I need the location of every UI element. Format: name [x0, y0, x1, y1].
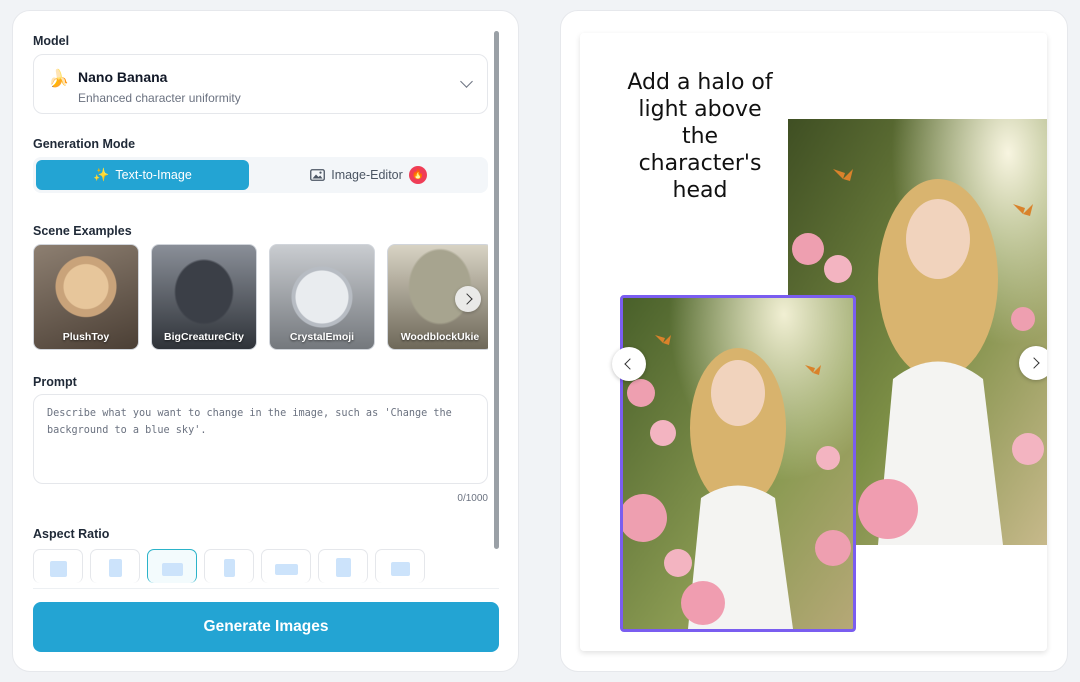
scene-label: BigCreatureCity: [164, 331, 244, 343]
ratio-shape-icon: [336, 558, 351, 577]
preview-canvas: Add a halo of light above the character'…: [580, 33, 1047, 651]
scene-card-bigcreaturecity[interactable]: BigCreatureCity: [151, 244, 257, 350]
ratio-shape-icon: [109, 559, 122, 577]
aspect-ratio-option-1[interactable]: [33, 549, 83, 583]
scene-card-crystalemoji[interactable]: CrystalEmoji: [269, 244, 375, 350]
aspect-ratio-option-7[interactable]: [375, 549, 425, 583]
sparkle-icon: ✨: [93, 167, 110, 182]
source-photo-illustration: [623, 298, 853, 629]
scene-label: PlushToy: [62, 331, 110, 343]
preview-next-button[interactable]: [1019, 346, 1047, 380]
chevron-down-icon: [460, 75, 473, 88]
model-select[interactable]: 🍌 Nano Banana Enhanced character uniform…: [33, 54, 488, 114]
ratio-shape-icon: [50, 561, 67, 577]
banana-icon: 🍌: [48, 69, 70, 88]
aspect-ratio-option-4[interactable]: [204, 549, 254, 583]
settings-panel: Model 🍌 Nano Banana Enhanced character u…: [12, 10, 519, 672]
scene-card-plushtoy[interactable]: PlushToy: [33, 244, 139, 350]
scene-label: WoodblockUkie: [400, 331, 480, 343]
ratio-shape-icon: [275, 564, 298, 575]
generation-mode-label: Generation Mode: [33, 137, 136, 151]
aspect-ratio-option-5[interactable]: [261, 549, 311, 583]
divider: [33, 588, 499, 589]
tab-image-editor[interactable]: Image-Editor 🔥: [252, 160, 485, 190]
model-description: Enhanced character uniformity: [78, 91, 241, 105]
image-icon: [310, 169, 326, 181]
aspect-ratio-option-2[interactable]: [90, 549, 140, 583]
preview-panel: Add a halo of light above the character'…: [560, 10, 1068, 672]
aspect-ratio-option-3[interactable]: [147, 549, 197, 583]
tab-label: Text-to-Image: [115, 168, 192, 182]
tab-text-to-image[interactable]: ✨ Text-to-Image: [36, 160, 249, 190]
preview-caption: Add a halo of light above the character'…: [627, 70, 773, 203]
prompt-char-count: 0/1000: [457, 493, 488, 504]
ratio-shape-icon: [391, 562, 410, 576]
aspect-ratio-option-6[interactable]: [318, 549, 368, 583]
settings-scroll-area: Model 🍌 Nano Banana Enhanced character u…: [33, 11, 499, 591]
generate-images-button[interactable]: Generate Images: [33, 602, 499, 652]
model-label: Model: [33, 34, 70, 48]
settings-scrollbar[interactable]: [494, 31, 499, 549]
scene-examples-carousel: PlushToy BigCreatureCity CrystalEmoji Wo…: [33, 244, 488, 352]
preview-prev-button[interactable]: [612, 347, 646, 381]
tab-label: Image-Editor: [331, 168, 403, 182]
model-name: Nano Banana: [78, 69, 168, 85]
prompt-textarea[interactable]: Describe what you want to change in the …: [33, 394, 488, 484]
scene-label: CrystalEmoji: [289, 331, 355, 343]
aspect-ratio-label: Aspect Ratio: [33, 527, 110, 541]
ratio-shape-icon: [224, 559, 235, 577]
mode-toggle: ✨ Text-to-Image Image-Editor 🔥: [33, 157, 488, 193]
prompt-placeholder: Describe what you want to change in the …: [47, 408, 452, 436]
prompt-label: Prompt: [33, 375, 77, 389]
fire-icon: 🔥: [408, 166, 427, 184]
source-image: [620, 295, 856, 632]
scene-next-button[interactable]: [455, 286, 481, 312]
ratio-shape-icon: [162, 563, 183, 576]
scene-examples-label: Scene Examples: [33, 224, 132, 238]
